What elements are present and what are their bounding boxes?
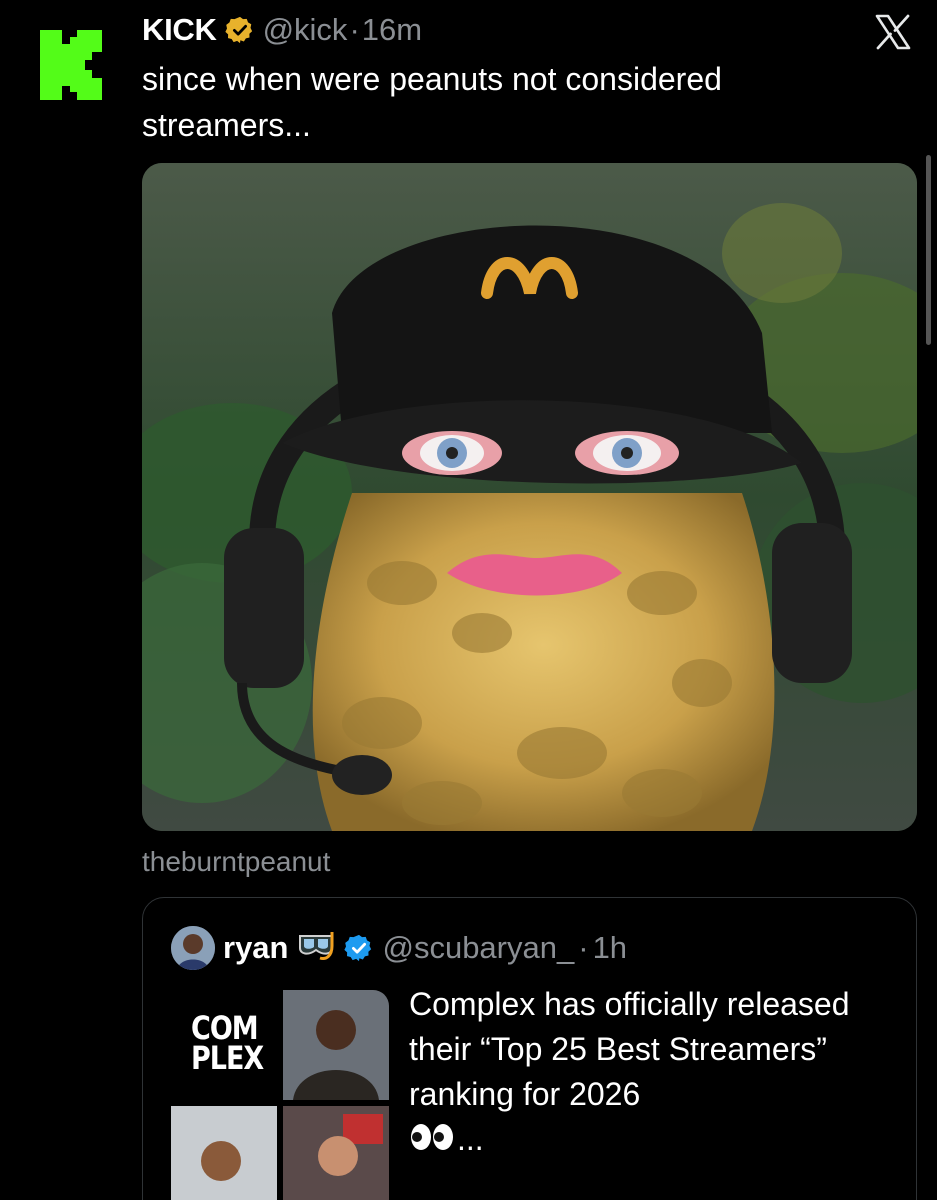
eyes-icon xyxy=(409,1119,457,1164)
complex-logo: COM PLEX xyxy=(171,990,277,1078)
quoted-author-name[interactable]: ryan xyxy=(223,930,288,966)
tweet-text: since when were peanuts not considered s… xyxy=(142,61,722,143)
x-logo-icon[interactable] xyxy=(873,12,913,52)
kick-logo-icon[interactable] xyxy=(40,30,104,100)
verified-blue-icon[interactable] xyxy=(344,933,374,963)
quoted-media-grid[interactable]: COM PLEX xyxy=(171,990,389,1200)
complex-logo-image[interactable]: COM PLEX xyxy=(171,990,277,1100)
quoted-tweet-body: Complex has officially released their “T… xyxy=(409,986,850,1112)
tweet-page: KICK @kick · 16m since when were peanuts n… xyxy=(0,0,937,1200)
tweet-header: KICK @kick · 16m xyxy=(142,10,422,50)
media-caption[interactable]: theburntpeanut xyxy=(142,846,330,878)
tweet-timestamp[interactable]: 16m xyxy=(362,10,422,50)
streamer-photo-3[interactable] xyxy=(283,1106,389,1200)
streamer-photo-1[interactable] xyxy=(283,990,389,1100)
quoted-author-handle[interactable]: @scubaryan_ xyxy=(382,930,574,966)
verified-gold-icon[interactable] xyxy=(224,15,255,45)
avatar[interactable] xyxy=(171,926,215,970)
quoted-tweet-text: Complex has officially released their “T… xyxy=(409,982,889,1164)
author-handle[interactable]: @kick xyxy=(263,10,348,50)
scrollbar-thumb[interactable] xyxy=(926,155,931,345)
separator-dot: · xyxy=(578,930,589,965)
diving-mask-icon xyxy=(296,926,336,970)
author-name[interactable]: KICK xyxy=(142,10,217,50)
streamer-photo-2[interactable] xyxy=(171,1106,277,1200)
quoted-tweet-ellipsis: ... xyxy=(457,1121,484,1157)
tweet-media-image[interactable] xyxy=(142,163,917,831)
complex-logo-bottom: PLEX xyxy=(191,1040,264,1078)
quoted-tweet-card[interactable]: ryan @scubaryan_ · 1h COM PLEX Complex h… xyxy=(142,897,917,1200)
separator-dot: · xyxy=(349,12,360,47)
quoted-tweet-timestamp[interactable]: 1h xyxy=(593,930,627,966)
quoted-tweet-header: ryan @scubaryan_ · 1h xyxy=(171,926,627,970)
